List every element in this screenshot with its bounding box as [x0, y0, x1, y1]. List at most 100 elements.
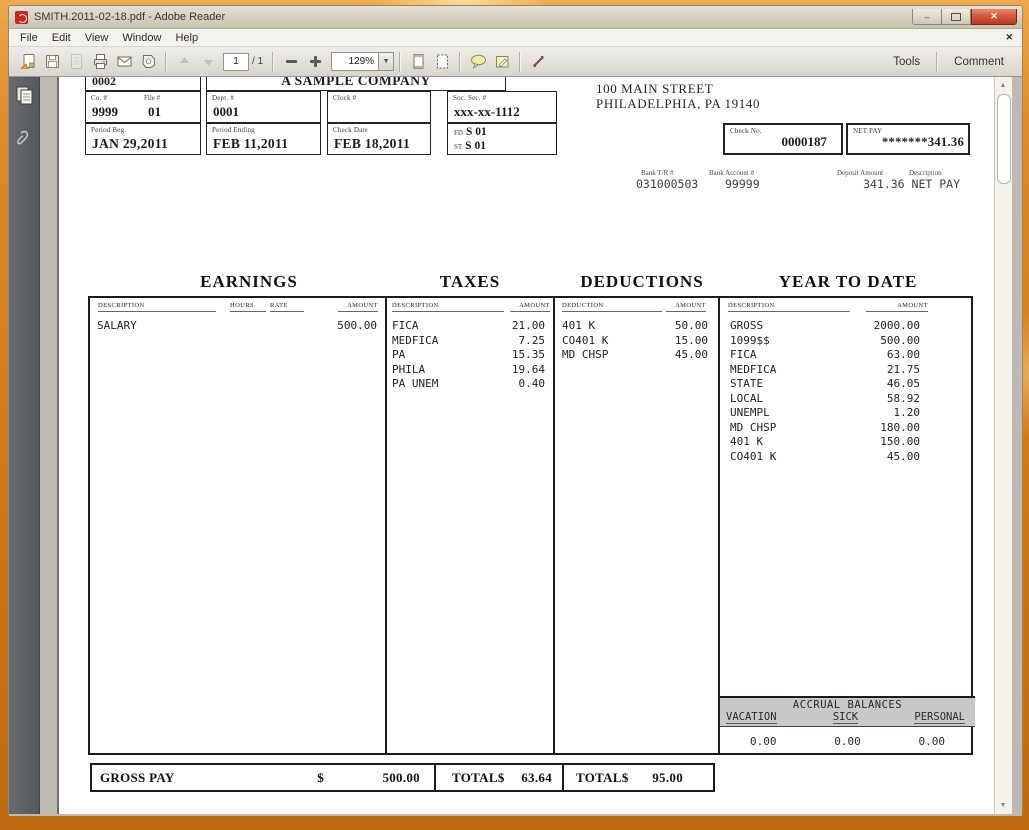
taxes-title: TAXES	[390, 272, 550, 292]
accrual-header: ACCRUAL BALANCES VACATION SICK PERSONAL	[720, 698, 975, 727]
menu-view[interactable]: View	[78, 32, 116, 44]
field-ssn: Soc. Sec. # xxx-xx-1112	[447, 91, 557, 123]
minimize-icon: –	[924, 12, 929, 22]
unit-number: 0002	[92, 77, 116, 89]
table-row: FICA63.00	[720, 348, 975, 363]
save-file-button[interactable]	[40, 51, 64, 73]
table-row: FICA21.00	[387, 319, 553, 334]
arrow-up-icon	[175, 52, 194, 71]
field-value: 0001	[213, 104, 239, 120]
bank-routing-value: 031000503	[636, 177, 698, 191]
currency-symbol: $	[622, 770, 629, 786]
deposit-amount-label: Deposit Amount	[837, 169, 883, 177]
field-value: FEB 11,2011	[213, 136, 288, 152]
zoom-in-button[interactable]	[303, 51, 327, 73]
comment-bubble-button[interactable]	[466, 51, 490, 73]
accrual-col-personal: PERSONAL	[914, 711, 965, 724]
plus-icon	[306, 52, 325, 71]
field-label: Period Ending	[212, 126, 255, 134]
comment-bubble-icon	[469, 52, 488, 71]
state-status: STS 01	[454, 140, 486, 152]
vertical-scrollbar[interactable]: ▲ ▼	[994, 77, 1012, 814]
toolbar-separator	[936, 52, 938, 72]
close-icon: ✕	[990, 11, 998, 22]
table-row: MD CHSP180.00	[720, 421, 975, 436]
column-header: DESCRIPTION	[98, 302, 216, 312]
zoom-dropdown-button[interactable]: ▼	[379, 52, 394, 71]
share-button[interactable]	[136, 51, 160, 73]
gross-pay-value: 500.00	[324, 770, 420, 786]
previous-page-button-disabled[interactable]	[172, 51, 196, 73]
deposit-line: 341.36 NET PAY	[829, 177, 960, 191]
deductions-title: DEDUCTIONS	[552, 272, 732, 292]
close-button[interactable]: ✕	[971, 9, 1017, 25]
tools-button[interactable]: Tools	[882, 56, 931, 68]
company-name-box: A SAMPLE COMPANY	[206, 77, 506, 91]
select-tool-button[interactable]	[526, 51, 550, 73]
accrual-values: 0.00 0.00 0.00	[720, 727, 975, 748]
menubar-close-icon[interactable]: ✕	[1005, 32, 1022, 43]
sticky-note-button[interactable]	[490, 51, 514, 73]
next-page-button-disabled[interactable]	[196, 51, 220, 73]
zoom-level-input[interactable]: 129%	[331, 52, 379, 71]
scroll-down-arrow[interactable]: ▼	[995, 798, 1011, 813]
menu-file[interactable]: File	[13, 32, 45, 44]
company-name: A SAMPLE COMPANY	[207, 77, 505, 89]
field-co-file: Co. # File # 9999 01	[85, 91, 201, 123]
menu-window[interactable]: Window	[115, 32, 168, 44]
taxes-total-label: TOTAL	[452, 770, 498, 786]
toolbar-separator	[519, 52, 521, 72]
accrual-col-sick: SICK	[833, 711, 858, 724]
field-label: Check Date	[333, 126, 368, 134]
deductions-column: 401 K50.00 CO401 K15.00 MD CHSP45.00	[555, 319, 718, 363]
column-header: AMOUNT	[866, 302, 928, 312]
field-value: 9999	[92, 104, 118, 120]
maximize-button[interactable]	[942, 9, 971, 25]
taxes-column: FICA21.00 MEDFICA7.25 PA15.35 PHILA19.64…	[387, 319, 553, 392]
field-label: Period Beg.	[91, 126, 126, 134]
save-file-icon	[43, 52, 62, 71]
bank-routing-label: Bank T/R #	[641, 169, 674, 177]
toolbar-separator	[272, 52, 274, 72]
scrolling-page-icon	[409, 52, 428, 71]
accrual-value: 0.00	[750, 735, 777, 748]
open-file-button[interactable]	[16, 51, 40, 73]
table-row: 401 K50.00	[555, 319, 718, 334]
document-icon	[67, 52, 86, 71]
zoom-out-button[interactable]	[279, 51, 303, 73]
field-label: Clock #	[333, 94, 356, 102]
field-label: File #	[144, 94, 160, 102]
field-value: JAN 29,2011	[92, 136, 168, 152]
company-address: 100 MAIN STREET PHILADELPHIA, PA 19140	[596, 81, 760, 111]
menu-bar: File Edit View Window Help ✕	[9, 29, 1022, 47]
email-icon	[115, 52, 134, 71]
save-copy-button-disabled[interactable]	[64, 51, 88, 73]
column-header: DEDUCTION	[562, 302, 662, 312]
maximize-icon	[951, 13, 961, 21]
field-filing-status: FDS 01 STS 01	[447, 123, 557, 155]
menu-help[interactable]: Help	[168, 32, 205, 44]
attachments-button[interactable]	[15, 129, 33, 149]
table-row: MEDFICA21.75	[720, 363, 975, 378]
column-header: RATE	[270, 302, 304, 312]
toolbar-separator	[399, 52, 401, 72]
scrolling-mode-button[interactable]	[406, 51, 430, 73]
page-number-input[interactable]: 1	[223, 53, 249, 71]
table-row: STATE46.05	[720, 377, 975, 392]
menu-edit[interactable]: Edit	[45, 32, 78, 44]
email-button[interactable]	[112, 51, 136, 73]
field-label: Dept. #	[212, 94, 234, 102]
comment-button[interactable]: Comment	[943, 56, 1015, 68]
minimize-button[interactable]: –	[912, 9, 942, 25]
single-page-button[interactable]	[430, 51, 454, 73]
scroll-up-arrow[interactable]: ▲	[995, 78, 1011, 93]
table-row: 401 K150.00	[720, 435, 975, 450]
column-divider	[553, 298, 555, 753]
print-button[interactable]	[88, 51, 112, 73]
column-header: DESCRIPTION	[728, 302, 850, 312]
taxes-total: TOTAL $ 63.64	[434, 765, 562, 790]
caret-down-icon: ▼	[383, 58, 390, 65]
page-thumbnails-icon	[15, 85, 33, 105]
scrollbar-thumb[interactable]	[997, 94, 1011, 184]
page-thumbnails-button[interactable]	[15, 85, 33, 105]
